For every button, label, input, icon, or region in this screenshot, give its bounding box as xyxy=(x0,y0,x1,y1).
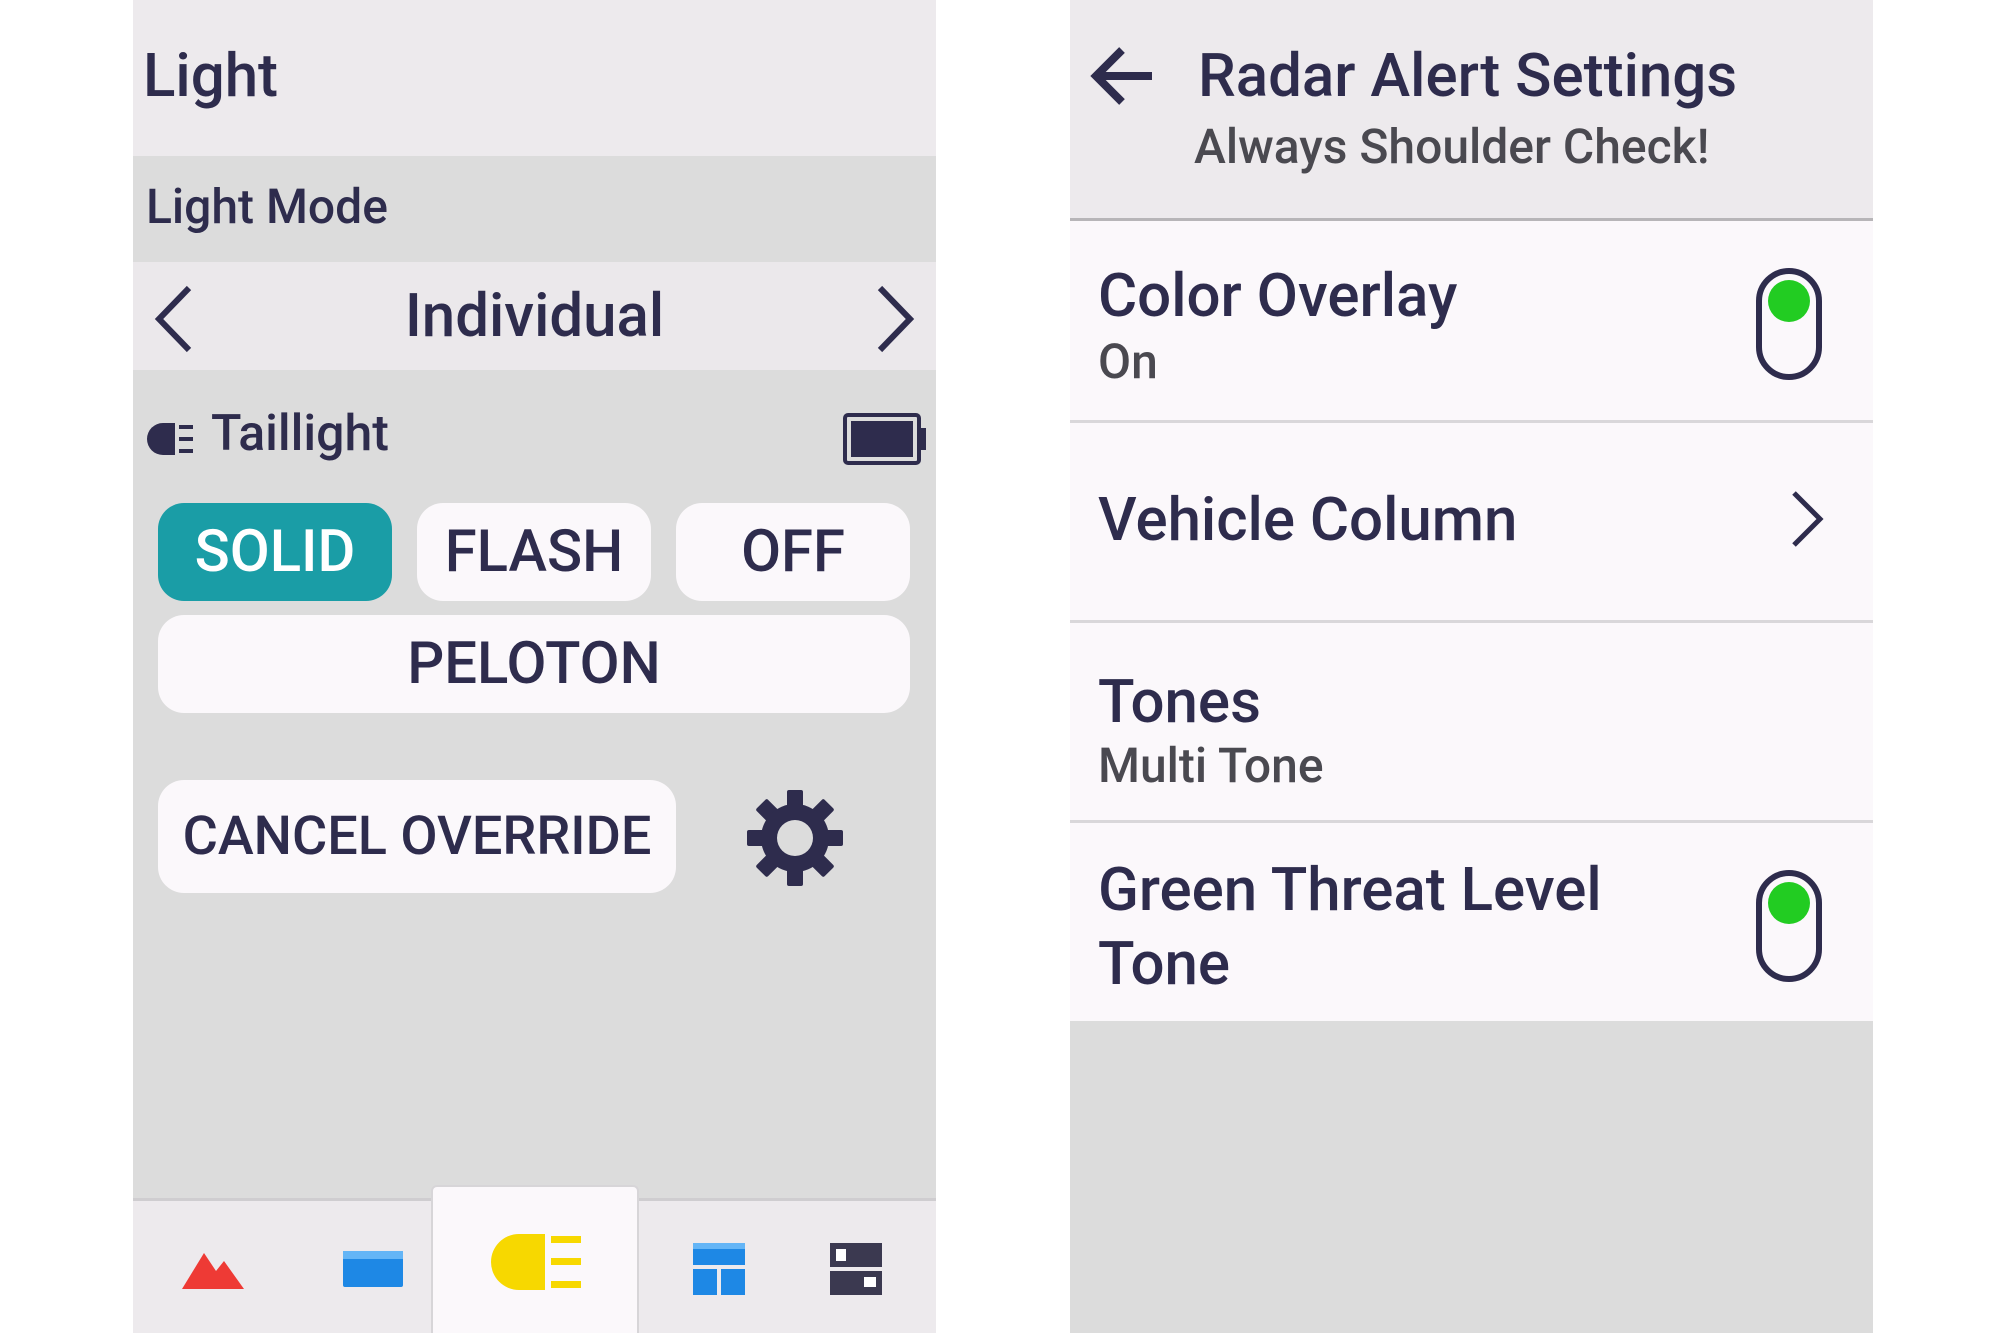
header: Radar Alert Settings Always Shoulder Che… xyxy=(1070,0,1873,221)
page-title: Light xyxy=(143,40,279,111)
tab-elevation[interactable] xyxy=(133,1201,293,1333)
tab-dashboard[interactable] xyxy=(639,1201,799,1333)
mode-value: Individual xyxy=(404,280,665,351)
tab-card[interactable] xyxy=(293,1201,453,1333)
flash-button[interactable]: FLASH xyxy=(417,503,651,601)
item-title-line1: Green Threat Level xyxy=(1098,854,1602,925)
toggle-on-icon[interactable] xyxy=(1756,268,1822,380)
back-arrow-icon[interactable] xyxy=(1090,46,1156,106)
page-subtitle: Always Shoulder Check! xyxy=(1194,118,1710,175)
light-screen: Light Light Mode Individual Taillight SO… xyxy=(133,0,936,1333)
chevron-right-icon xyxy=(877,285,915,353)
item-value: On xyxy=(1098,333,1158,390)
light-icon xyxy=(491,1233,581,1290)
item-value: Multi Tone xyxy=(1098,737,1324,794)
section-header: Light Mode xyxy=(133,156,936,262)
green-threat-level-tone-item[interactable]: Green Threat Level Tone xyxy=(1070,823,1873,1021)
light-name: Taillight xyxy=(211,405,389,463)
vehicle-column-item[interactable]: Vehicle Column xyxy=(1070,423,1873,623)
battery-icon xyxy=(843,413,926,465)
card-icon xyxy=(343,1250,403,1287)
item-title: Tones xyxy=(1098,666,1261,737)
empty-area xyxy=(1070,1021,1873,1333)
mountain-icon xyxy=(182,1252,244,1289)
light-mode-selector: Individual xyxy=(133,262,936,370)
tab-light[interactable] xyxy=(431,1185,639,1333)
toggle-on-icon[interactable] xyxy=(1756,870,1822,982)
cancel-override-button[interactable]: CANCEL OVERRIDE xyxy=(158,780,676,893)
taillight-row: Taillight xyxy=(133,395,936,475)
tones-item[interactable]: Tones Multi Tone xyxy=(1070,623,1873,823)
radar-alert-screen: Radar Alert Settings Always Shoulder Che… xyxy=(1070,0,1873,1333)
page-title: Radar Alert Settings xyxy=(1198,40,1738,111)
off-button[interactable]: OFF xyxy=(676,503,910,601)
peloton-button[interactable]: PELOTON xyxy=(158,615,910,713)
solid-button[interactable]: SOLID xyxy=(158,503,392,601)
chevron-right-icon xyxy=(1792,491,1824,547)
device-icon xyxy=(830,1242,882,1295)
tab-device[interactable] xyxy=(776,1201,936,1333)
item-title: Vehicle Column xyxy=(1098,484,1518,555)
gear-icon[interactable] xyxy=(745,788,845,888)
section-label: Light Mode xyxy=(146,178,388,235)
item-title-line2: Tone xyxy=(1098,928,1231,999)
taillight-icon xyxy=(147,423,193,455)
bottom-tab-bar xyxy=(133,1185,936,1333)
next-mode-button[interactable] xyxy=(864,284,924,354)
item-title: Color Overlay xyxy=(1098,260,1458,331)
header: Light xyxy=(133,0,936,156)
color-overlay-item[interactable]: Color Overlay On xyxy=(1070,221,1873,423)
dashboard-icon xyxy=(693,1242,745,1295)
